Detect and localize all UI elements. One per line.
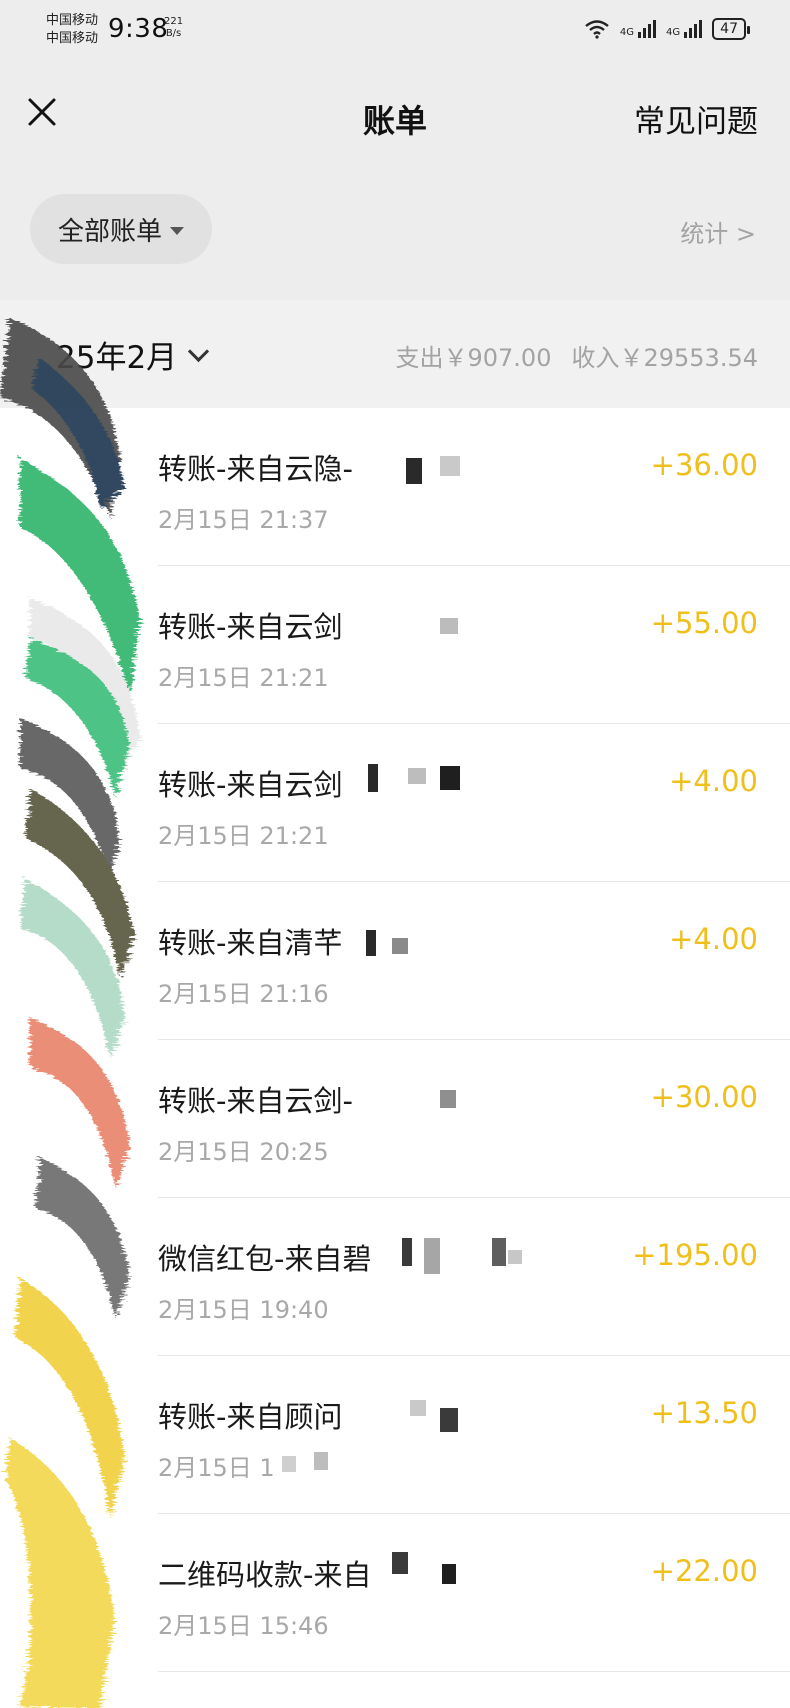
transaction-row[interactable]: 转账-来自顾问 2月15日 1 +13.50 bbox=[0, 1356, 790, 1514]
transaction-time: 2月15日 20:25 bbox=[158, 1138, 329, 1166]
transaction-amount: +195.00 bbox=[632, 1238, 758, 1272]
month-label: 25年2月 bbox=[56, 340, 178, 376]
nav-bar: 账单 常见问题 bbox=[0, 60, 790, 172]
transaction-title: 转账-来自顾问 bbox=[158, 1400, 343, 1434]
caret-down-icon bbox=[170, 227, 184, 235]
privacy-mosaic bbox=[410, 1400, 426, 1416]
row-divider bbox=[158, 1671, 790, 1672]
transaction-title: 转账-来自云隐- bbox=[158, 452, 353, 486]
privacy-mosaic bbox=[492, 1238, 506, 1266]
privacy-mosaic bbox=[392, 1552, 408, 1574]
carrier-2: 中国移动 bbox=[46, 31, 99, 46]
privacy-mosaic bbox=[406, 458, 422, 484]
transaction-row[interactable]: 转账-来自清芊 2月15日 21:16 +4.00 bbox=[0, 882, 790, 1040]
transaction-row[interactable]: 微信红包-来自碧 2月15日 19:40 +195.00 bbox=[0, 1198, 790, 1356]
privacy-mosaic bbox=[368, 764, 378, 792]
filter-row: 全部账单 统计 > bbox=[0, 172, 790, 300]
signal-2-icon: 4G bbox=[666, 20, 703, 38]
privacy-mosaic bbox=[402, 1238, 412, 1266]
transaction-row[interactable]: 二维码收款-来自 2月15日 15:46 +22.00 bbox=[0, 1514, 790, 1672]
transaction-time: 2月15日 21:21 bbox=[158, 664, 329, 692]
net-speed-unit: B/s bbox=[165, 28, 182, 39]
privacy-mosaic bbox=[440, 1408, 458, 1432]
privacy-mosaic bbox=[366, 930, 376, 956]
carrier-1: 中国移动 bbox=[46, 13, 99, 28]
privacy-mosaic bbox=[442, 1564, 456, 1584]
month-header: 25年2月 支出￥907.00 收入￥29553.54 bbox=[0, 300, 790, 408]
privacy-mosaic bbox=[424, 1238, 440, 1274]
net-speed: 221 B/s bbox=[164, 16, 183, 40]
battery-icon: 47 bbox=[712, 18, 750, 40]
bill-filter-dropdown[interactable]: 全部账单 bbox=[30, 194, 212, 264]
transaction-time: 2月15日 21:21 bbox=[158, 822, 329, 850]
transaction-title: 转账-来自清芊 bbox=[158, 926, 343, 960]
network-type-label-1: 4G bbox=[619, 27, 635, 38]
privacy-mosaic bbox=[440, 618, 458, 634]
transaction-row[interactable]: 转账-来自云隐- 2月15日 21:37 +36.00 bbox=[0, 408, 790, 566]
transaction-amount: +22.00 bbox=[650, 1554, 758, 1588]
transaction-time: 2月15日 15:46 bbox=[158, 1612, 329, 1640]
transaction-title: 微信红包-来自碧 bbox=[158, 1242, 372, 1276]
faq-link[interactable]: 常见问题 bbox=[634, 96, 758, 141]
transaction-title: 转账-来自云剑 bbox=[158, 610, 343, 644]
transaction-row[interactable]: 转账-来自云剑- 2月15日 20:25 +30.00 bbox=[0, 1040, 790, 1198]
transaction-list: 转账-来自云隐- 2月15日 21:37 +36.00 转账-来自云剑 2月15… bbox=[0, 408, 790, 1672]
month-summary: 支出￥907.00 收入￥29553.54 bbox=[396, 338, 759, 373]
signal-1-icon: 4G bbox=[619, 20, 657, 38]
transaction-amount: +4.00 bbox=[669, 922, 758, 956]
privacy-mosaic bbox=[392, 938, 408, 954]
transaction-row[interactable]: 转账-来自云剑 2月15日 21:21 +4.00 bbox=[0, 724, 790, 882]
transaction-row[interactable]: 转账-来自云剑 2月15日 21:21 +55.00 bbox=[0, 566, 790, 724]
stats-link[interactable]: 统计 > bbox=[680, 214, 756, 249]
status-bar: 中国移动 中国移动 9:38 221 B/s 4G 4G 47 bbox=[0, 0, 790, 60]
income-total: 收入￥29553.54 bbox=[571, 344, 758, 372]
transaction-amount: +4.00 bbox=[669, 764, 758, 798]
privacy-mosaic bbox=[440, 456, 460, 476]
transaction-amount: +55.00 bbox=[650, 606, 758, 640]
status-time: 9:38 bbox=[108, 14, 169, 44]
transaction-amount: +13.50 bbox=[650, 1396, 758, 1430]
transaction-time: 2月15日 19:40 bbox=[158, 1296, 329, 1324]
transaction-time: 2月15日 21:37 bbox=[158, 506, 329, 534]
transaction-amount: +30.00 bbox=[650, 1080, 758, 1114]
transaction-time: 2月15日 21:16 bbox=[158, 980, 329, 1008]
transaction-title: 二维码收款-来自 bbox=[158, 1558, 372, 1592]
transaction-time: 2月15日 1 bbox=[158, 1454, 275, 1482]
net-speed-value: 221 bbox=[164, 16, 184, 27]
expense-total: 支出￥907.00 bbox=[395, 344, 552, 372]
privacy-mosaic bbox=[282, 1456, 296, 1472]
transaction-amount: +36.00 bbox=[650, 448, 758, 482]
privacy-mosaic bbox=[440, 1090, 456, 1108]
privacy-mosaic bbox=[508, 1250, 522, 1264]
bill-filter-label: 全部账单 bbox=[57, 216, 162, 247]
network-type-label-2: 4G bbox=[666, 27, 681, 38]
chevron-down-icon bbox=[188, 340, 210, 363]
carrier-labels: 中国移动 中国移动 bbox=[46, 12, 98, 48]
privacy-mosaic bbox=[408, 768, 426, 784]
transaction-title: 转账-来自云剑 bbox=[158, 768, 343, 802]
transaction-title: 转账-来自云剑- bbox=[158, 1084, 353, 1118]
wifi-icon bbox=[585, 20, 609, 39]
privacy-mosaic bbox=[440, 766, 460, 790]
privacy-mosaic bbox=[314, 1452, 328, 1470]
system-icons: 4G 4G 47 bbox=[584, 18, 750, 40]
month-selector[interactable]: 25年2月 bbox=[56, 332, 210, 377]
